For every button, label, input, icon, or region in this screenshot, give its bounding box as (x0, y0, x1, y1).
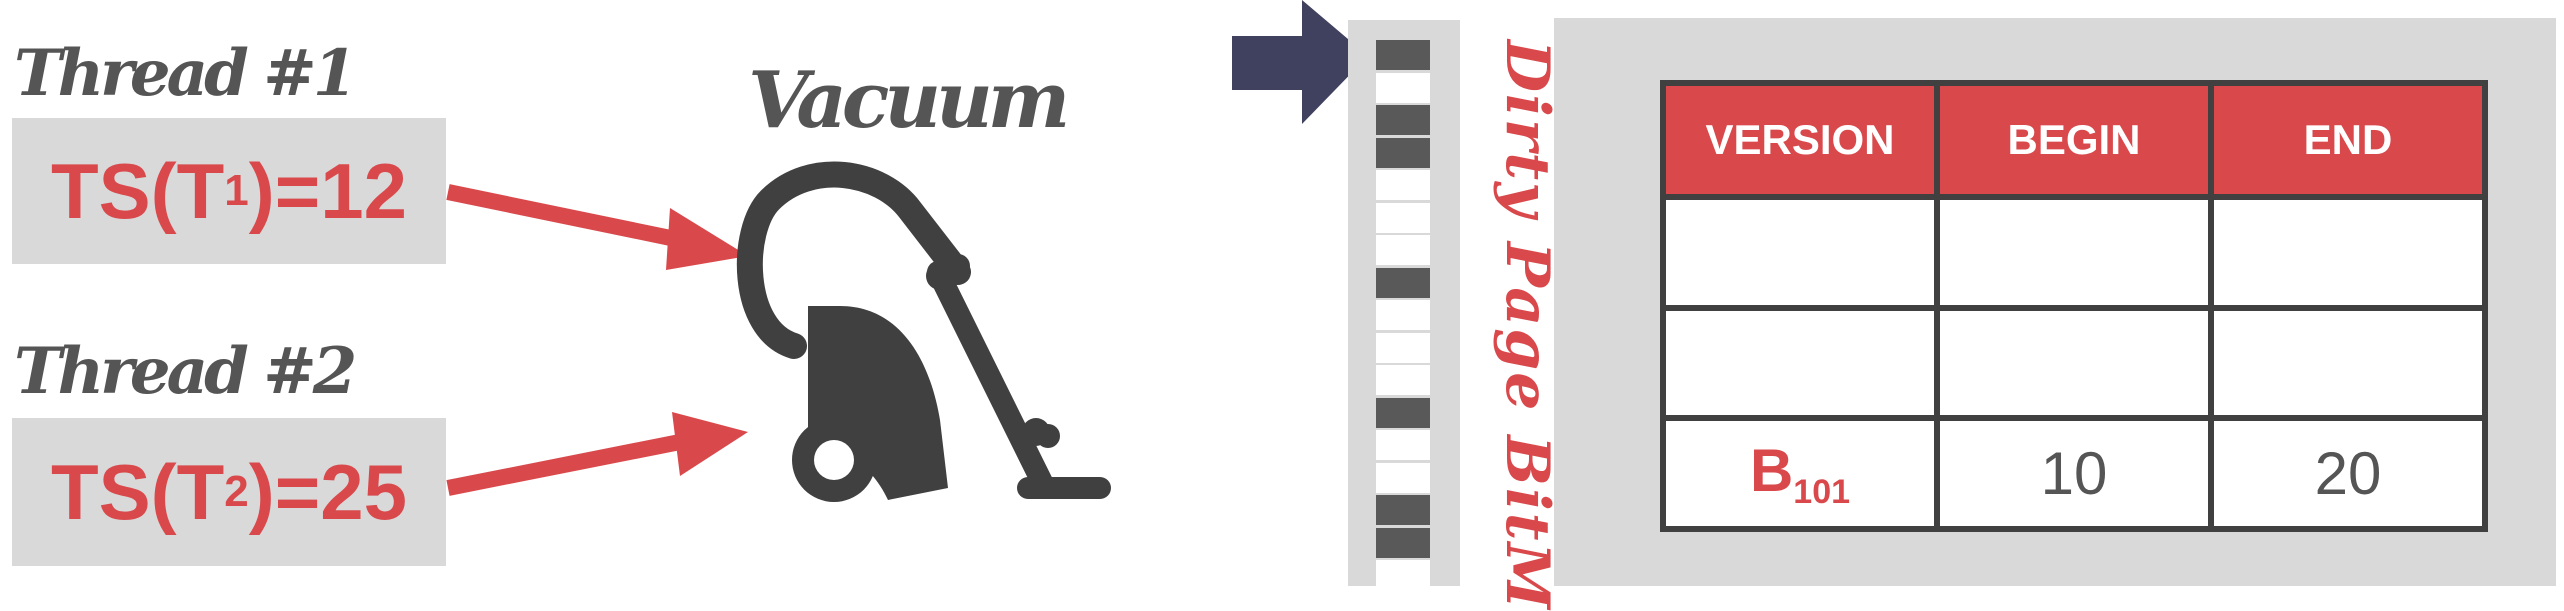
clean-page-bit (1376, 235, 1430, 265)
begin-cell: 10 (1934, 415, 2214, 532)
table-row: B101 10 20 (1660, 415, 2488, 532)
clean-page-bit (1376, 202, 1430, 233)
clean-page-bit (1376, 365, 1430, 395)
clean-page-bit (1376, 332, 1430, 363)
dirty-page-bit (1376, 105, 1430, 135)
header-version: VERSION (1660, 80, 1940, 200)
version-cell: B101 (1660, 415, 1940, 532)
version-table: VERSION BEGIN END B101 10 20 (1660, 80, 2488, 532)
dirty-page-bit (1376, 495, 1430, 525)
table-row (1660, 194, 2488, 311)
version-cell (1660, 304, 1940, 422)
clean-page-bit (1376, 430, 1430, 460)
header-begin: BEGIN (1934, 80, 2214, 200)
dirty-page-bit (1376, 40, 1430, 70)
table-row (1660, 304, 2488, 422)
clean-page-bit (1376, 462, 1430, 493)
thread-2-arrow (446, 412, 748, 496)
thread-1-arrow (446, 184, 748, 270)
clean-page-bit (1376, 170, 1430, 200)
end-cell (2208, 194, 2488, 311)
begin-cell (1934, 304, 2214, 422)
end-cell (2208, 304, 2488, 422)
end-cell: 20 (2208, 415, 2488, 532)
table-header-row: VERSION BEGIN END (1660, 80, 2488, 200)
clean-page-bit (1376, 300, 1430, 330)
clean-page-bit (1376, 560, 1430, 590)
begin-cell (1934, 194, 2214, 311)
dirty-page-bit (1376, 267, 1430, 298)
dirty-page-bitmap (1348, 20, 1460, 590)
dirty-page-bit (1376, 527, 1430, 558)
header-end: END (2208, 80, 2488, 200)
version-cell (1660, 194, 1940, 311)
vacuum-cleaner-icon (736, 161, 1111, 502)
version-text: B (1749, 436, 1794, 504)
clean-page-bit (1376, 72, 1430, 103)
version-subscript: 101 (1793, 472, 1851, 511)
dirty-page-bit (1376, 397, 1430, 428)
dirty-page-bit (1376, 137, 1430, 168)
